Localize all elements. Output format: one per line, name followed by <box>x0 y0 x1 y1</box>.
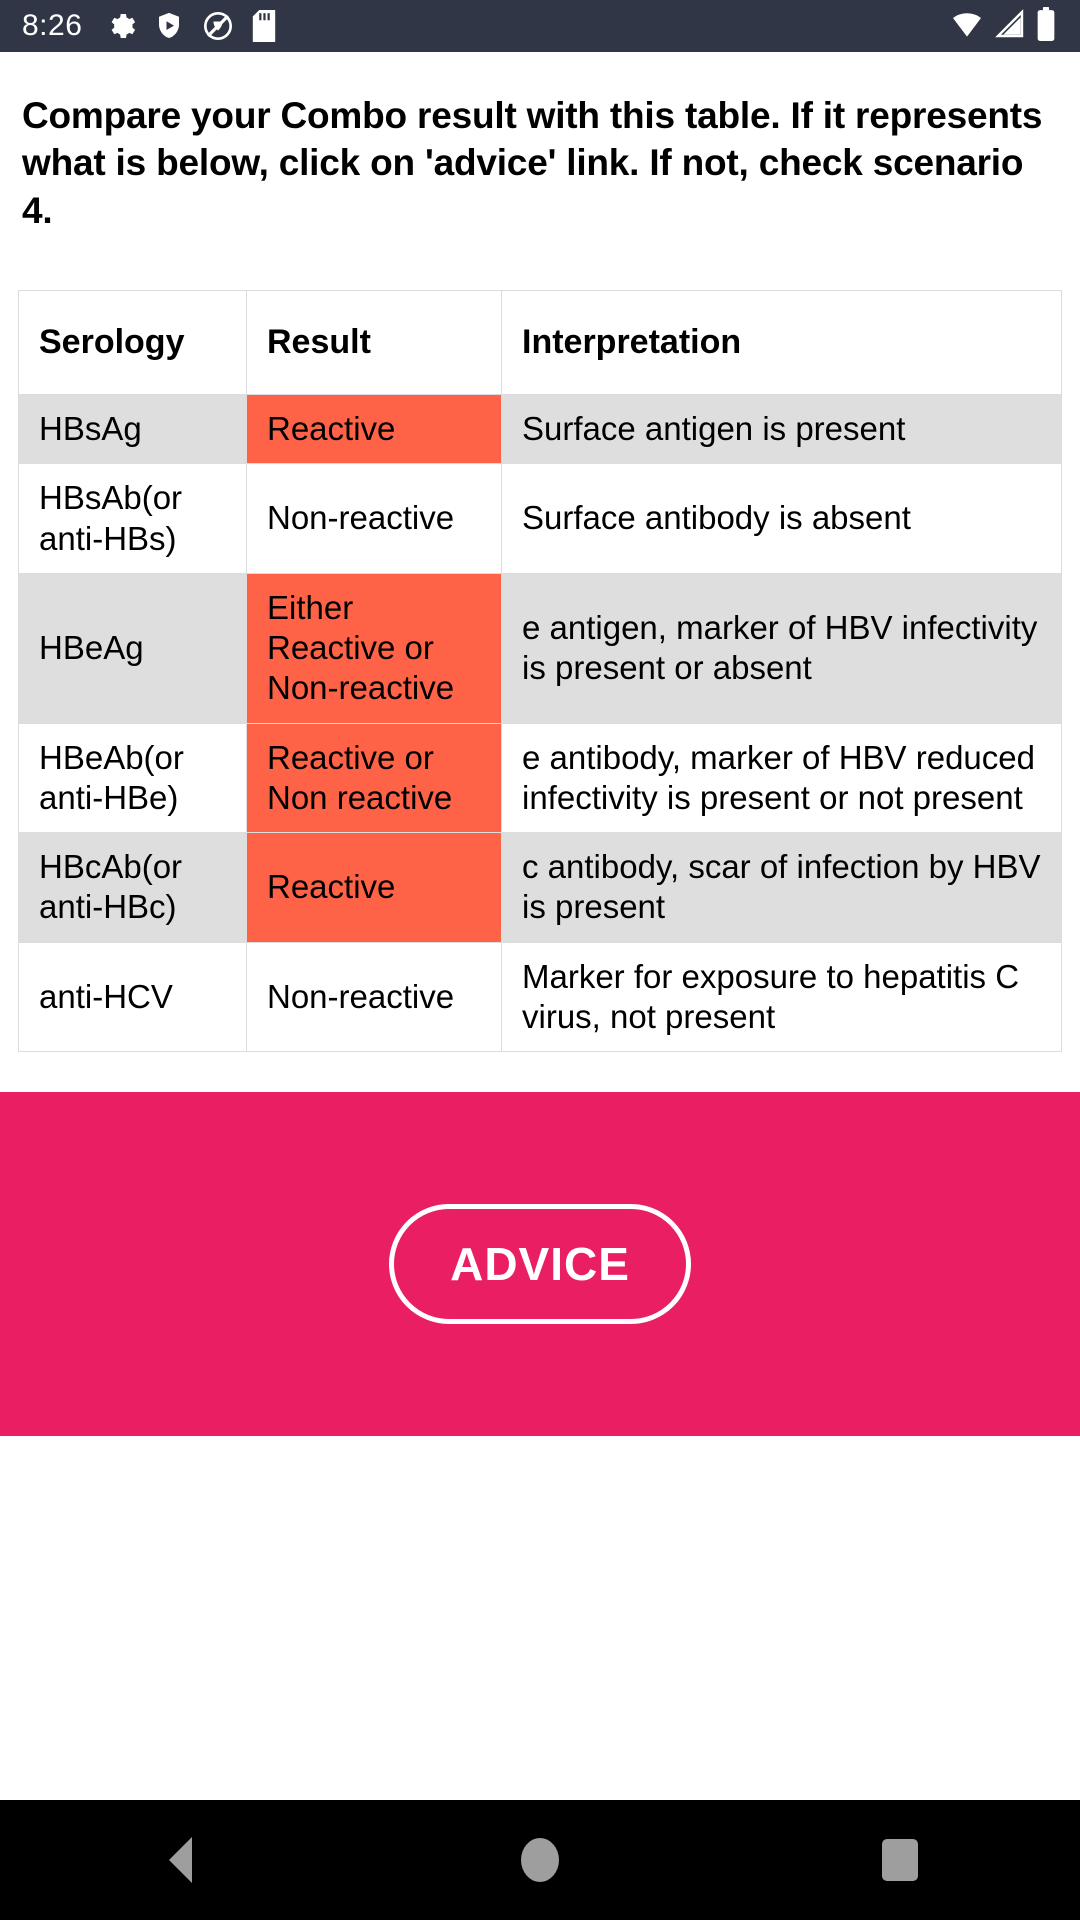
cell-interpretation: Marker for exposure to hepatitis C virus… <box>501 941 1062 1053</box>
wifi-icon <box>950 8 984 45</box>
advice-band: ADVICE <box>0 1092 1080 1437</box>
column-header-serology: Serology <box>18 290 247 396</box>
home-button[interactable] <box>460 1800 620 1920</box>
table-row: HBsAb(or anti-HBs) Non-reactive Surface … <box>18 463 1062 574</box>
home-circle-icon <box>521 1838 559 1882</box>
cell-serology: anti-HCV <box>18 941 247 1053</box>
table-header: Serology Result Interpretation <box>18 290 1062 396</box>
table-row: HBeAb(or anti-HBe) Reactive or Non react… <box>18 722 1062 834</box>
status-bar: 8:26 <box>0 0 1080 52</box>
cell-serology: HBeAg <box>18 572 247 724</box>
status-bar-right-icons <box>950 6 1056 46</box>
cell-interpretation: e antigen, marker of HBV infectivity is … <box>501 572 1062 724</box>
main-content: Compare your Combo result with this tabl… <box>0 52 1080 1053</box>
cell-result: Either Reactive or Non-reactive <box>246 572 502 724</box>
cell-serology: HBsAg <box>18 394 247 465</box>
column-header-interpretation: Interpretation <box>501 290 1062 396</box>
table-row: anti-HCV Non-reactive Marker for exposur… <box>18 941 1062 1053</box>
cell-result: Non-reactive <box>246 941 502 1053</box>
battery-icon <box>1036 6 1056 46</box>
cell-interpretation: Surface antibody is absent <box>501 463 1062 574</box>
page-instruction-text: Compare your Combo result with this tabl… <box>22 95 1043 231</box>
cell-interpretation: Surface antigen is present <box>501 394 1062 465</box>
table-row: HBsAg Reactive Surface antigen is presen… <box>18 394 1062 465</box>
play-protect-shield-icon <box>154 10 184 42</box>
cell-result: Non-reactive <box>246 463 502 574</box>
cell-serology: HBsAb(or anti-HBs) <box>18 463 247 574</box>
cell-serology: HBcAb(or anti-HBc) <box>18 832 247 943</box>
serology-results-table: Serology Result Interpretation HBsAg Rea… <box>18 290 1062 1053</box>
recents-square-icon <box>882 1839 918 1881</box>
cell-serology: HBeAb(or anti-HBe) <box>18 722 247 834</box>
table-body: HBsAg Reactive Surface antigen is presen… <box>18 394 1062 1053</box>
android-navigation-bar <box>0 1800 1080 1920</box>
cell-interpretation: c antibody, scar of infection by HBV is … <box>501 832 1062 943</box>
advice-button[interactable]: ADVICE <box>389 1204 691 1325</box>
back-triangle-icon <box>168 1837 192 1883</box>
table-row: HBeAg Either Reactive or Non-reactive e … <box>18 572 1062 724</box>
cellular-signal-icon <box>994 8 1026 45</box>
table-row: HBcAb(or anti-HBc) Reactive c antibody, … <box>18 832 1062 943</box>
do-not-disturb-icon <box>202 10 234 42</box>
cell-result: Reactive or Non reactive <box>246 722 502 834</box>
status-bar-clock: 8:26 <box>22 9 83 42</box>
sd-card-icon <box>252 10 276 42</box>
column-header-result: Result <box>246 290 502 396</box>
gear-icon <box>104 10 136 42</box>
cell-interpretation: e antibody, marker of HBV reduced infect… <box>501 722 1062 834</box>
cell-result: Reactive <box>246 832 502 943</box>
table-header-row: Serology Result Interpretation <box>18 290 1062 396</box>
back-button[interactable] <box>100 1800 260 1920</box>
cell-result: Reactive <box>246 394 502 465</box>
recents-button[interactable] <box>820 1800 980 1920</box>
